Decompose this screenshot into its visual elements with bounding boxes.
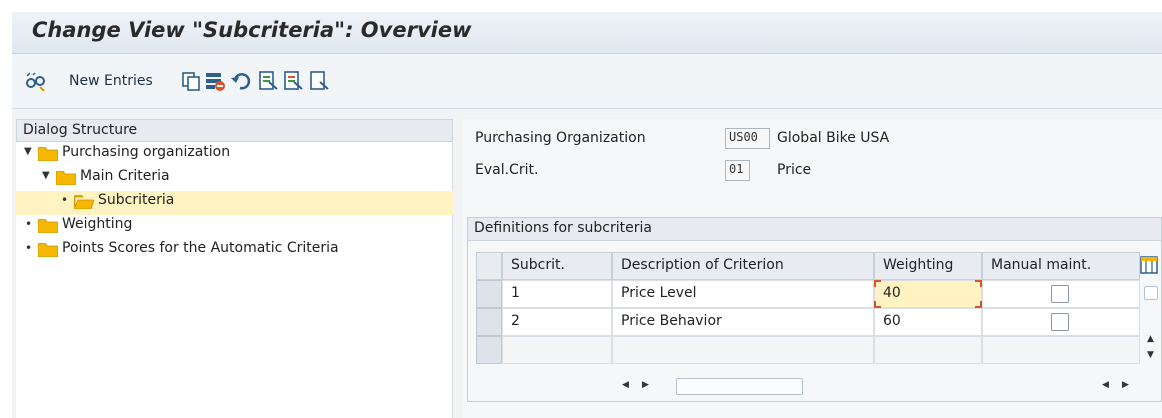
row-selector[interactable]	[476, 336, 502, 364]
col-header-weighting[interactable]: Weighting	[874, 252, 982, 280]
subcriteria-group: Definitions for subcriteria Subcrit. Des…	[467, 217, 1162, 402]
group-title: Definitions for subcriteria	[468, 218, 1161, 241]
scroll-left-icon[interactable]: ◀	[622, 380, 629, 390]
manual-maint-checkbox[interactable]	[1051, 313, 1069, 331]
folder-icon	[38, 243, 58, 257]
bullet-icon: •	[25, 217, 33, 231]
cell-description[interactable]: Price Behavior	[612, 308, 874, 336]
cell-subcrit[interactable]: 1	[502, 280, 612, 308]
cell-manual-maint	[982, 308, 1140, 336]
select-block-icon[interactable]	[282, 70, 304, 92]
select-all-icon[interactable]	[257, 70, 279, 92]
dialog-structure-panel: Dialog Structure ▼ Purchasing organizati…	[16, 119, 453, 418]
folder-icon	[38, 147, 58, 161]
select-all-rows-button[interactable]	[476, 252, 502, 280]
toolbar: New Entries	[12, 54, 1162, 109]
col-header-description[interactable]: Description of Criterion	[612, 252, 874, 280]
deselect-all-icon[interactable]	[308, 70, 330, 92]
expand-triangle-icon[interactable]: ▼	[42, 170, 50, 181]
scroll-down-icon[interactable]: ▼	[1147, 350, 1154, 360]
focus-bracket	[874, 280, 881, 287]
cell-manual-maint	[982, 336, 1140, 364]
scroll-thumb[interactable]	[1144, 286, 1158, 300]
bullet-icon: •	[25, 241, 33, 255]
tree-node-label: Purchasing organization	[62, 144, 231, 160]
page-title: Change View "Subcriteria": Overview	[32, 18, 472, 42]
eval-crit-text: Price	[777, 162, 812, 178]
cell-weighting	[874, 336, 982, 364]
column-settings-icon[interactable]	[1140, 256, 1158, 274]
tree-node-label: Points Scores for the Automatic Criteria	[62, 240, 339, 256]
purch-org-text: Global Bike USA	[777, 130, 890, 146]
horizontal-scroll-thumb[interactable]	[676, 378, 803, 395]
tree-node-purchasing-organization[interactable]: ▼ Purchasing organization	[22, 143, 442, 167]
tree-node-points-scores[interactable]: • Points Scores for the Automatic Criter…	[22, 239, 442, 263]
cell-subcrit	[502, 336, 612, 364]
tree-node-label: Subcriteria	[98, 192, 175, 208]
open-folder-icon	[74, 195, 94, 209]
subcriteria-table: Subcrit. Description of Criterion Weight…	[476, 252, 1158, 395]
cell-subcrit[interactable]: 2	[502, 308, 612, 336]
delete-icon[interactable]	[204, 70, 226, 92]
scroll-left-icon[interactable]: ◀	[1102, 380, 1109, 390]
cell-description[interactable]: Price Level	[612, 280, 874, 308]
cell-description	[612, 336, 874, 364]
scroll-right-icon[interactable]: ▶	[642, 380, 649, 390]
col-header-manual-maint[interactable]: Manual maint.	[982, 252, 1140, 280]
tree-node-label: Weighting	[62, 216, 133, 232]
focus-bracket	[874, 301, 881, 308]
dialog-structure-header: Dialog Structure	[16, 119, 453, 142]
purch-org-field[interactable]: US00	[725, 128, 770, 149]
tree-node-label: Main Criteria	[80, 168, 170, 184]
tree-node-weighting[interactable]: • Weighting	[22, 215, 442, 239]
undo-icon[interactable]	[230, 70, 252, 92]
eval-crit-label: Eval.Crit.	[475, 162, 539, 178]
row-selector[interactable]	[476, 308, 502, 336]
glasses-icon[interactable]	[24, 70, 46, 92]
expand-triangle-icon[interactable]: ▼	[24, 146, 32, 157]
tree-node-main-criteria[interactable]: ▼ Main Criteria	[22, 167, 442, 191]
eval-crit-field[interactable]: 01	[725, 160, 750, 181]
col-header-subcrit[interactable]: Subcrit.	[502, 252, 612, 280]
cell-weighting[interactable]: 40	[874, 280, 982, 308]
vertical-scrollbar[interactable]: ▲ ▼	[1144, 280, 1158, 364]
folder-icon	[56, 171, 76, 185]
tree-node-subcriteria[interactable]: • Subcriteria	[16, 191, 453, 215]
purch-org-label: Purchasing Organization	[475, 130, 646, 146]
copy-icon[interactable]	[180, 70, 202, 92]
cell-manual-maint	[982, 280, 1140, 308]
folder-icon	[38, 219, 58, 233]
manual-maint-checkbox[interactable]	[1051, 285, 1069, 303]
focus-bracket	[975, 280, 982, 287]
focus-bracket	[975, 301, 982, 308]
new-entries-button[interactable]: New Entries	[69, 73, 153, 89]
scroll-up-icon[interactable]: ▲	[1147, 334, 1154, 344]
row-selector[interactable]	[476, 280, 502, 308]
title-bar: Change View "Subcriteria": Overview	[12, 12, 1162, 54]
bullet-icon: •	[61, 193, 69, 207]
cell-weighting[interactable]: 60	[874, 308, 982, 336]
scroll-right-icon[interactable]: ▶	[1122, 380, 1129, 390]
